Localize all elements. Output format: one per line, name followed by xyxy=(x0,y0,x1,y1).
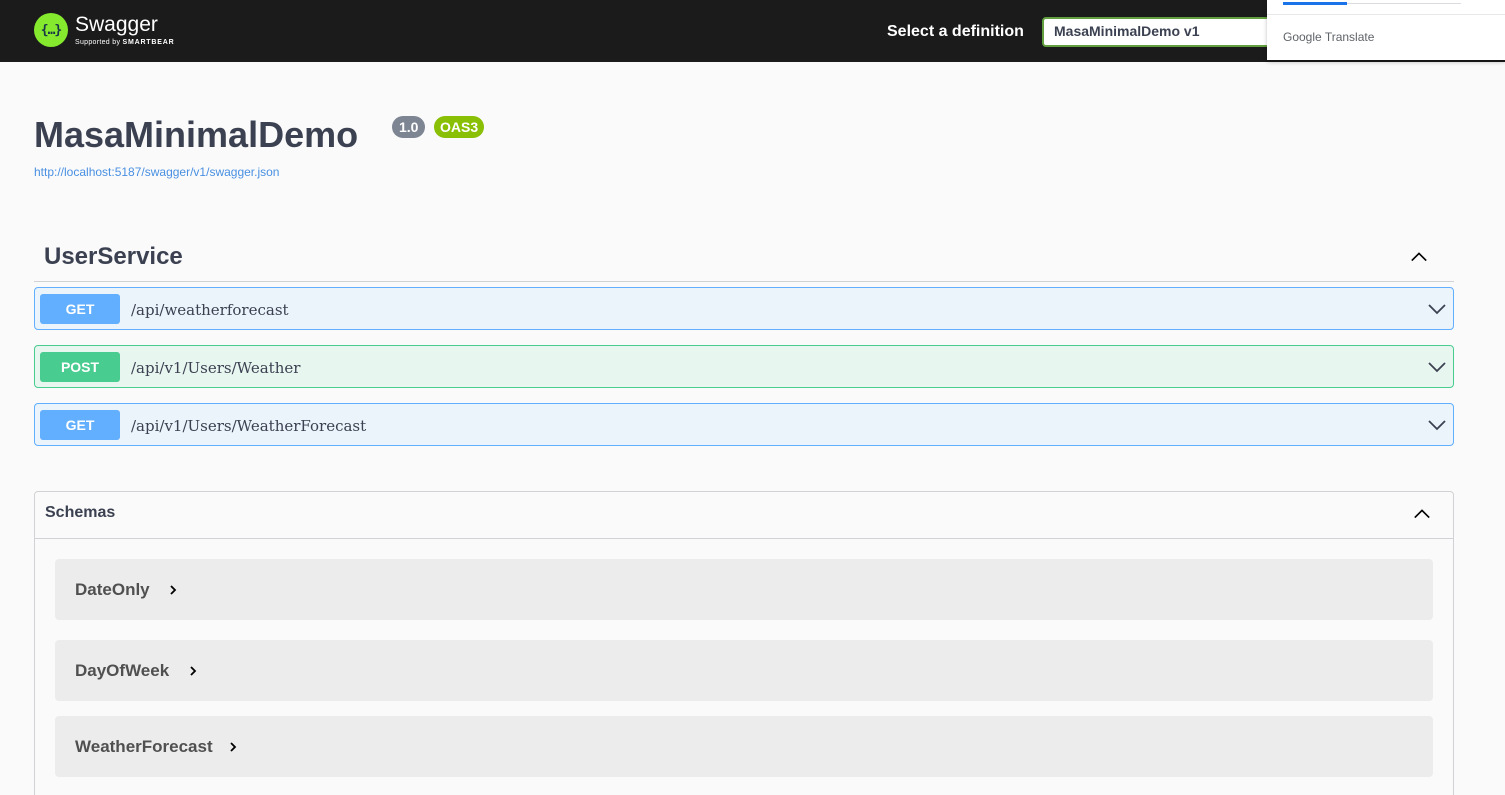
model-weatherforecast[interactable]: WeatherForecast xyxy=(55,716,1433,777)
swagger-logo[interactable]: {…} Swagger Supported by SMARTBEAR xyxy=(34,13,174,47)
chevron-right-icon[interactable] xyxy=(187,665,199,677)
model-name: DayOfWeek xyxy=(75,661,170,680)
method-badge: GET xyxy=(40,410,120,440)
logo-name: Swagger xyxy=(75,13,158,36)
translate-label: Translate xyxy=(1324,30,1375,44)
chevron-up-icon[interactable] xyxy=(1413,505,1431,523)
swagger-logo-icon: {…} xyxy=(34,13,68,47)
translate-tab-track xyxy=(1347,3,1461,4)
translate-tab-indicator[interactable] xyxy=(1283,2,1347,5)
operation-path: /api/v1/Users/WeatherForecast xyxy=(131,417,367,435)
logo-sub: Supported by SMARTBEAR xyxy=(75,39,174,46)
operation-get-weatherforecast[interactable]: GET /api/weatherforecast xyxy=(34,287,1454,330)
api-title: MasaMinimalDemo xyxy=(34,114,359,155)
chevron-down-icon[interactable] xyxy=(1427,357,1447,377)
chevron-right-icon[interactable] xyxy=(167,584,179,596)
operation-path: /api/v1/Users/Weather xyxy=(131,359,301,377)
chevron-up-icon[interactable] xyxy=(1410,248,1428,266)
model-dayofweek[interactable]: DayOfWeek xyxy=(55,640,1433,701)
oas-badge: OAS3 xyxy=(434,116,485,138)
spec-url-link[interactable]: http://localhost:5187/swagger/v1/swagger… xyxy=(34,165,279,179)
definition-label: Select a definition xyxy=(887,23,1024,40)
version-badge: 1.0 xyxy=(392,116,426,138)
operation-get-users-weatherforecast[interactable]: GET /api/v1/Users/WeatherForecast xyxy=(34,403,1454,446)
tag-header-userservice[interactable]: UserService xyxy=(34,236,1454,282)
schemas-title: Schemas xyxy=(45,504,116,521)
model-name: WeatherForecast xyxy=(75,737,213,756)
chevron-down-icon[interactable] xyxy=(1427,415,1447,435)
operation-path: /api/weatherforecast xyxy=(131,301,289,319)
translate-divider xyxy=(1267,14,1505,15)
model-dateonly[interactable]: DateOnly xyxy=(55,559,1433,620)
tag-title: UserService xyxy=(44,243,183,270)
logo-text: Swagger Supported by SMARTBEAR xyxy=(75,14,174,46)
method-badge: GET xyxy=(40,294,120,324)
method-badge: POST xyxy=(40,352,120,382)
schemas-section: Schemas DateOnly DayOfWeek WeatherForeca… xyxy=(34,491,1454,795)
logo-sub-prefix: Supported by xyxy=(75,39,121,46)
operation-post-users-weather[interactable]: POST /api/v1/Users/Weather xyxy=(34,345,1454,388)
chevron-down-icon[interactable] xyxy=(1427,299,1447,319)
chevron-right-icon[interactable] xyxy=(227,741,239,753)
definition-select[interactable]: MasaMinimalDemo v1 xyxy=(1042,17,1282,47)
schemas-header[interactable]: Schemas xyxy=(35,492,1453,539)
logo-sub-brand: SMARTBEAR xyxy=(122,39,175,46)
google-translate-panel: Google Translate xyxy=(1267,0,1505,60)
google-label: Google xyxy=(1283,30,1322,44)
model-name: DateOnly xyxy=(75,580,150,599)
google-translate-label[interactable]: Google Translate xyxy=(1283,30,1374,44)
